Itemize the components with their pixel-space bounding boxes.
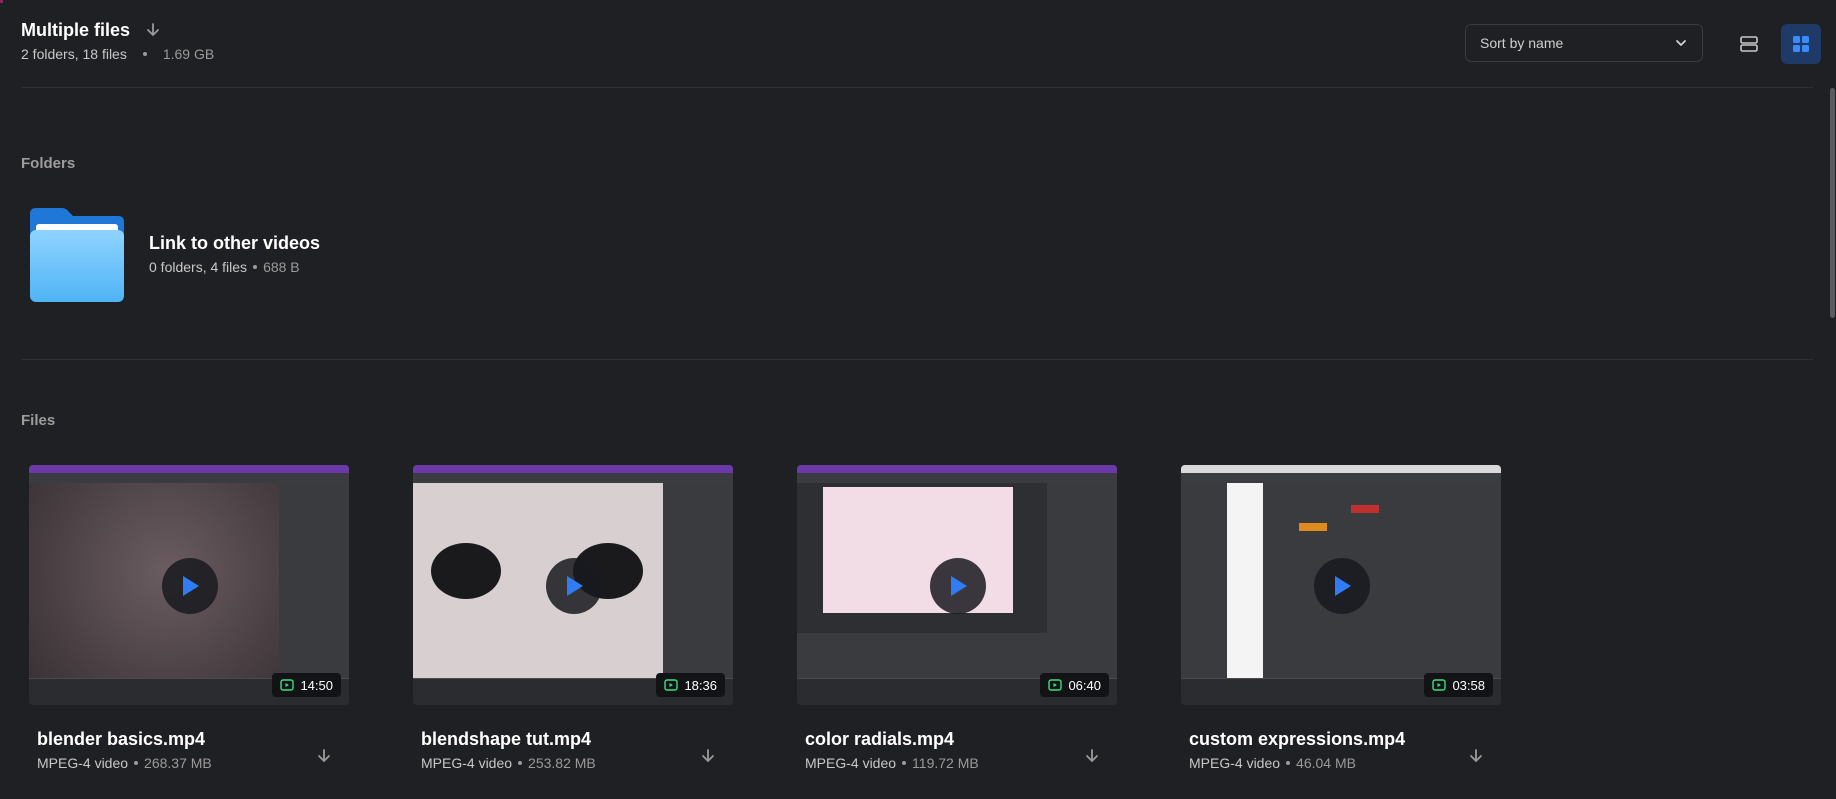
summary-counts: 2 folders, 18 files bbox=[21, 46, 127, 62]
file-name[interactable]: blendshape tut.mp4 bbox=[421, 729, 591, 750]
scrollbar[interactable] bbox=[1828, 88, 1836, 328]
file-name[interactable]: blender basics.mp4 bbox=[37, 729, 205, 750]
folder-counts: 0 folders, 4 files bbox=[149, 259, 248, 275]
thumb-popup-menu bbox=[1227, 483, 1263, 705]
thumb-menubar bbox=[29, 473, 349, 483]
file-type: MPEG-4 video bbox=[37, 755, 129, 771]
separator-dot bbox=[142, 52, 147, 56]
thumb-topstrip bbox=[413, 465, 733, 473]
file-size: 46.04 MB bbox=[1296, 755, 1356, 771]
download-icon[interactable] bbox=[698, 747, 718, 767]
file-meta: MPEG-4 video 119.72 MB bbox=[805, 755, 979, 771]
play-button[interactable] bbox=[1314, 558, 1370, 614]
file-size: 253.82 MB bbox=[528, 755, 596, 771]
thumb-viewport bbox=[1181, 483, 1431, 705]
play-icon bbox=[183, 576, 199, 596]
sort-dropdown[interactable]: Sort by name bbox=[1465, 24, 1703, 62]
duration-badge: 06:40 bbox=[1040, 673, 1109, 697]
title-row: Multiple files bbox=[21, 20, 162, 41]
page-title: Multiple files bbox=[21, 20, 131, 40]
file-type: MPEG-4 video bbox=[1189, 755, 1281, 771]
duration-text: 14:50 bbox=[300, 677, 333, 693]
thumb-topstrip bbox=[797, 465, 1117, 473]
duration-badge: 14:50 bbox=[272, 673, 341, 697]
thumb-node-red bbox=[1351, 505, 1379, 513]
download-icon[interactable] bbox=[1466, 747, 1486, 767]
chevron-down-icon bbox=[1676, 40, 1686, 46]
thumb-panel bbox=[279, 483, 349, 679]
thumb-brush-panel bbox=[797, 633, 1047, 679]
video-icon bbox=[280, 679, 295, 691]
file-name[interactable]: custom expressions.mp4 bbox=[1189, 729, 1405, 750]
video-icon bbox=[664, 679, 679, 691]
video-icon bbox=[1432, 679, 1447, 691]
file-type: MPEG-4 video bbox=[421, 755, 513, 771]
grid-view-button[interactable] bbox=[1781, 24, 1821, 64]
duration-badge: 18:36 bbox=[656, 673, 725, 697]
file-meta: MPEG-4 video 268.37 MB bbox=[37, 755, 212, 771]
separator-dot bbox=[134, 761, 139, 765]
thumb-menubar bbox=[797, 473, 1117, 483]
folders-section-label: Folders bbox=[21, 155, 76, 172]
scrollbar-thumb[interactable] bbox=[1830, 88, 1835, 318]
video-thumbnail[interactable]: 06:40 bbox=[797, 465, 1117, 705]
download-icon[interactable] bbox=[314, 747, 334, 767]
header: Multiple files 2 folders, 18 files 1.69 … bbox=[0, 0, 1836, 88]
video-icon bbox=[1048, 679, 1063, 691]
separator-dot bbox=[902, 761, 907, 765]
thumb-viewport bbox=[29, 483, 279, 679]
download-icon[interactable] bbox=[144, 22, 162, 40]
thumb-viewport bbox=[797, 483, 1047, 679]
file-meta: MPEG-4 video 46.04 MB bbox=[1189, 755, 1356, 771]
file-meta: MPEG-4 video 253.82 MB bbox=[421, 755, 596, 771]
play-button[interactable] bbox=[162, 558, 218, 614]
file-size: 268.37 MB bbox=[144, 755, 212, 771]
play-icon bbox=[951, 576, 967, 596]
thumb-topstrip bbox=[29, 465, 349, 473]
thumb-panel bbox=[1047, 483, 1117, 679]
duration-badge: 03:58 bbox=[1424, 673, 1493, 697]
thumb-viewport bbox=[413, 483, 663, 679]
files-section-label: Files bbox=[21, 412, 56, 429]
separator-dot bbox=[1286, 761, 1291, 765]
file-type: MPEG-4 video bbox=[805, 755, 897, 771]
video-thumbnail[interactable]: 03:58 bbox=[1181, 465, 1501, 705]
list-view-icon bbox=[1740, 36, 1758, 52]
file-size: 119.72 MB bbox=[912, 755, 979, 771]
play-icon bbox=[567, 576, 583, 596]
thumb-node-orange bbox=[1299, 523, 1327, 531]
folder-name[interactable]: Link to other videos bbox=[149, 233, 320, 254]
file-name[interactable]: color radials.mp4 bbox=[805, 729, 954, 750]
folder-size: 688 B bbox=[263, 259, 300, 275]
duration-text: 18:36 bbox=[684, 677, 717, 693]
thumb-eye-left bbox=[431, 543, 501, 599]
separator-dot bbox=[253, 265, 258, 269]
grid-view-icon bbox=[1793, 36, 1809, 52]
folder-icon[interactable] bbox=[28, 206, 126, 304]
header-meta: 2 folders, 18 files 1.69 GB bbox=[21, 46, 214, 62]
thumb-topstrip bbox=[1181, 465, 1501, 473]
list-view-button[interactable] bbox=[1729, 24, 1769, 64]
video-thumbnail[interactable]: 14:50 bbox=[29, 465, 349, 705]
summary-size: 1.69 GB bbox=[162, 46, 215, 62]
thumb-menubar bbox=[1181, 473, 1501, 483]
duration-text: 03:58 bbox=[1452, 677, 1485, 693]
download-icon[interactable] bbox=[1082, 747, 1102, 767]
play-button[interactable] bbox=[546, 558, 602, 614]
folders-divider bbox=[21, 359, 1813, 360]
play-icon bbox=[1335, 576, 1351, 596]
play-button[interactable] bbox=[930, 558, 986, 614]
duration-text: 06:40 bbox=[1068, 677, 1101, 693]
thumb-menubar bbox=[413, 473, 733, 483]
video-thumbnail[interactable]: 18:36 bbox=[413, 465, 733, 705]
sort-label: Sort by name bbox=[1480, 35, 1564, 51]
folder-meta: 0 folders, 4 files 688 B bbox=[149, 259, 300, 275]
header-divider bbox=[21, 87, 1813, 88]
thumb-panel bbox=[1431, 483, 1501, 679]
thumb-panel bbox=[663, 483, 733, 679]
separator-dot bbox=[518, 761, 523, 765]
